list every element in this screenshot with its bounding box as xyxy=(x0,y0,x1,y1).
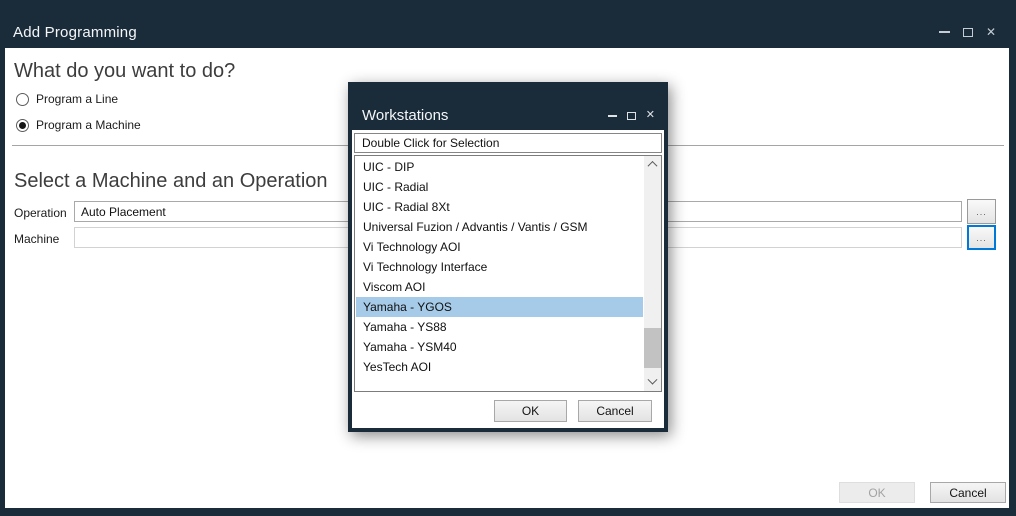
dialog-window-controls: ✕ xyxy=(608,110,655,121)
minimize-icon xyxy=(608,115,617,117)
radio-program-a-line[interactable]: Program a Line xyxy=(16,92,118,106)
scrollbar-thumb[interactable] xyxy=(644,328,661,368)
maximize-button[interactable] xyxy=(963,28,973,37)
selection-hint-header: Double Click for Selection xyxy=(354,133,662,153)
machine-browse-button[interactable]: ... xyxy=(967,225,996,250)
list-item[interactable]: Vi Technology AOI xyxy=(356,237,643,257)
radio-icon xyxy=(16,93,29,106)
list-item[interactable]: Vi Technology Interface xyxy=(356,257,643,277)
operation-browse-button[interactable]: ... xyxy=(967,199,996,224)
close-icon: ✕ xyxy=(986,26,996,38)
window-controls: ✕ xyxy=(939,26,996,38)
minimize-button[interactable] xyxy=(939,31,950,33)
dialog-ok-button[interactable]: OK xyxy=(494,400,567,422)
chevron-down-icon xyxy=(648,375,658,385)
close-button[interactable]: ✕ xyxy=(986,26,996,38)
dialog-maximize-button[interactable] xyxy=(627,112,636,120)
workstation-listbox: UIC - DIPUIC - RadialUIC - Radial 8XtUni… xyxy=(354,155,662,392)
radio-label: Program a Line xyxy=(36,92,118,106)
dialog-title: Workstations xyxy=(362,107,448,124)
list-item[interactable]: YesTech AOI xyxy=(356,357,643,377)
dialog-close-button[interactable]: ✕ xyxy=(646,110,655,121)
scroll-up-button[interactable] xyxy=(644,156,661,173)
scrollbar[interactable] xyxy=(644,156,661,391)
list-item[interactable]: Yamaha - YSM40 xyxy=(356,337,643,357)
scroll-down-button[interactable] xyxy=(644,374,661,391)
dialog-content: Double Click for Selection UIC - DIPUIC … xyxy=(352,130,664,428)
main-titlebar: Add Programming ✕ xyxy=(0,0,1016,48)
maximize-icon xyxy=(627,112,636,120)
chevron-up-icon xyxy=(648,161,658,171)
question-heading: What do you want to do? xyxy=(14,60,235,83)
minimize-icon xyxy=(939,31,950,33)
workstation-list: UIC - DIPUIC - RadialUIC - Radial 8XtUni… xyxy=(356,157,643,377)
radio-program-a-machine[interactable]: Program a Machine xyxy=(16,118,141,132)
section-heading: Select a Machine and an Operation xyxy=(14,170,328,193)
workstations-dialog: Workstations ✕ Double Click for Selectio… xyxy=(348,82,668,432)
list-item[interactable]: Viscom AOI xyxy=(356,277,643,297)
add-programming-window: Add Programming ✕ What do you want to do… xyxy=(0,0,1016,516)
window-title: Add Programming xyxy=(13,24,137,41)
main-cancel-button[interactable]: Cancel xyxy=(930,482,1006,503)
list-item[interactable]: UIC - DIP xyxy=(356,157,643,177)
dialog-cancel-button[interactable]: Cancel xyxy=(578,400,652,422)
list-item[interactable]: Yamaha - YS88 xyxy=(356,317,643,337)
list-item[interactable]: UIC - Radial xyxy=(356,177,643,197)
machine-label: Machine xyxy=(14,232,59,246)
close-icon: ✕ xyxy=(646,110,655,121)
list-item[interactable]: Universal Fuzion / Advantis / Vantis / G… xyxy=(356,217,643,237)
radio-icon xyxy=(16,119,29,132)
operation-label: Operation xyxy=(14,206,67,220)
maximize-icon xyxy=(963,28,973,37)
radio-label: Program a Machine xyxy=(36,118,141,132)
dialog-minimize-button[interactable] xyxy=(608,115,617,117)
list-item[interactable]: UIC - Radial 8Xt xyxy=(356,197,643,217)
list-item[interactable]: Yamaha - YGOS xyxy=(356,297,643,317)
main-ok-button[interactable]: OK xyxy=(839,482,915,503)
